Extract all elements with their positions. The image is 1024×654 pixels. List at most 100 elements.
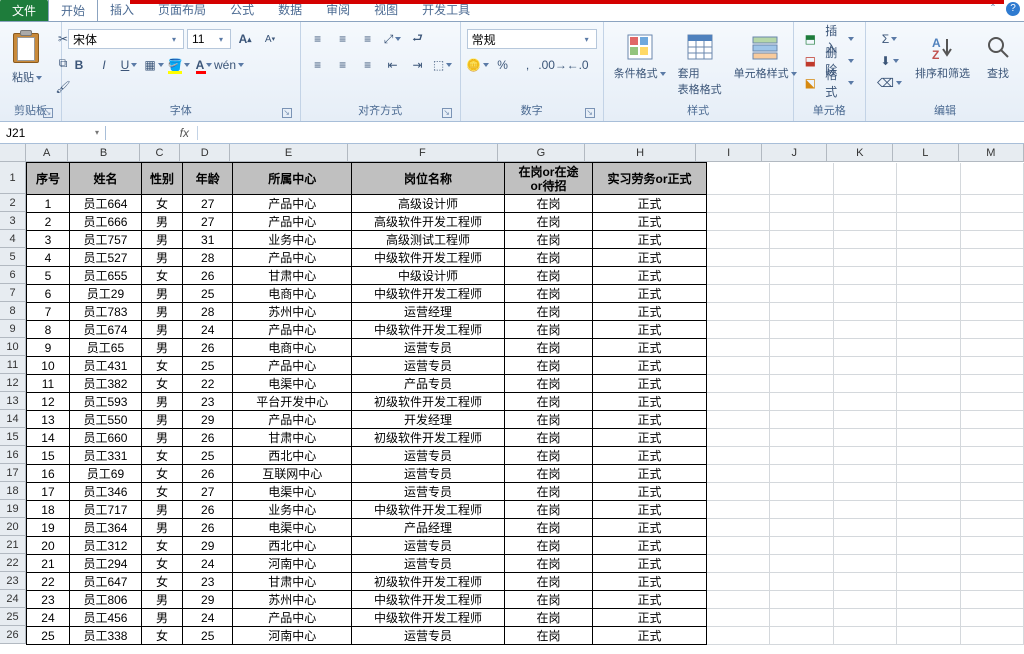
table-row[interactable]: 4员工527男28产品中心中级软件开发工程师在岗正式 bbox=[27, 249, 1024, 267]
col-header[interactable]: B bbox=[68, 144, 139, 162]
table-row[interactable]: 19员工364男26电渠中心产品经理在岗正式 bbox=[27, 519, 1024, 537]
col-header[interactable]: F bbox=[348, 144, 498, 162]
row-header[interactable]: 24 bbox=[0, 590, 26, 608]
table-header[interactable]: 所属中心 bbox=[233, 163, 352, 195]
row-header[interactable]: 23 bbox=[0, 572, 26, 590]
row-header[interactable]: 18 bbox=[0, 482, 26, 500]
row-header[interactable]: 13 bbox=[0, 392, 26, 410]
align-left-button[interactable]: ≡ bbox=[307, 55, 329, 75]
merge-button[interactable]: ⬚ bbox=[432, 55, 454, 75]
col-header[interactable]: G bbox=[498, 144, 585, 162]
name-box[interactable]: J21▾ bbox=[0, 126, 106, 140]
row-header[interactable]: 12 bbox=[0, 374, 26, 392]
orientation-button[interactable]: ⤢ bbox=[382, 29, 404, 49]
table-row[interactable]: 12员工593男23平台开发中心初级软件开发工程师在岗正式 bbox=[27, 393, 1024, 411]
tab-file[interactable]: 文件 bbox=[0, 0, 48, 21]
sort-filter-button[interactable]: AZ 排序和筛选 bbox=[911, 29, 974, 83]
clear-button[interactable]: ⌫ bbox=[872, 73, 907, 93]
align-bottom-button[interactable]: ≡ bbox=[357, 29, 379, 49]
table-row[interactable]: 16员工69女26互联网中心运营专员在岗正式 bbox=[27, 465, 1024, 483]
row-header[interactable]: 11 bbox=[0, 356, 26, 374]
table-header[interactable]: 在岗or在途or待招 bbox=[504, 163, 592, 195]
font-size-input[interactable]: 11▾ bbox=[187, 29, 231, 49]
tab-0[interactable]: 开始 bbox=[48, 0, 98, 21]
bold-button[interactable]: B bbox=[68, 55, 90, 75]
table-header[interactable]: 实习劳务or正式 bbox=[593, 163, 707, 195]
table-row[interactable]: 11员工382女22电渠中心产品专员在岗正式 bbox=[27, 375, 1024, 393]
decrease-indent-button[interactable]: ⇤ bbox=[382, 55, 404, 75]
table-row[interactable]: 6员工29男25电商中心中级软件开发工程师在岗正式 bbox=[27, 285, 1024, 303]
font-dialog-icon[interactable]: ↘ bbox=[282, 108, 292, 118]
italic-button[interactable]: I bbox=[93, 55, 115, 75]
decrease-decimal-button[interactable]: ←.0 bbox=[567, 55, 589, 75]
table-header[interactable]: 岗位名称 bbox=[352, 163, 505, 195]
fill-color-button[interactable]: 🪣 bbox=[168, 55, 190, 75]
border-button[interactable]: ▦ bbox=[143, 55, 165, 75]
row-header[interactable]: 20 bbox=[0, 518, 26, 536]
increase-decimal-button[interactable]: .00→ bbox=[542, 55, 564, 75]
wrap-text-button[interactable]: ⮐ bbox=[407, 29, 429, 49]
number-dialog-icon[interactable]: ↘ bbox=[585, 108, 595, 118]
table-row[interactable]: 9员工65男26电商中心运营专员在岗正式 bbox=[27, 339, 1024, 357]
table-row[interactable]: 7员工783男28苏州中心运营经理在岗正式 bbox=[27, 303, 1024, 321]
align-middle-button[interactable]: ≡ bbox=[332, 29, 354, 49]
row-header[interactable]: 25 bbox=[0, 608, 26, 626]
fx-icon[interactable]: fx bbox=[180, 126, 189, 140]
row-header[interactable]: 14 bbox=[0, 410, 26, 428]
row-header[interactable]: 15 bbox=[0, 428, 26, 446]
underline-button[interactable]: U bbox=[118, 55, 140, 75]
col-header[interactable]: I bbox=[696, 144, 762, 162]
table-row[interactable]: 18员工717男26业务中心中级软件开发工程师在岗正式 bbox=[27, 501, 1024, 519]
row-header[interactable]: 10 bbox=[0, 338, 26, 356]
table-row[interactable]: 23员工806男29苏州中心中级软件开发工程师在岗正式 bbox=[27, 591, 1024, 609]
col-header[interactable]: E bbox=[230, 144, 348, 162]
table-row[interactable]: 24员工456男24产品中心中级软件开发工程师在岗正式 bbox=[27, 609, 1024, 627]
percent-button[interactable]: % bbox=[492, 55, 514, 75]
row-header[interactable]: 9 bbox=[0, 320, 26, 338]
table-header[interactable]: 姓名 bbox=[69, 163, 141, 195]
select-all-corner[interactable] bbox=[0, 144, 26, 162]
number-format-select[interactable]: 常规▾ bbox=[467, 29, 597, 49]
table-header[interactable]: 性别 bbox=[142, 163, 183, 195]
table-row[interactable]: 25员工338女25河南中心运营专员在岗正式 bbox=[27, 627, 1024, 645]
find-select-button[interactable]: 查找 bbox=[978, 29, 1018, 83]
row-header[interactable]: 3 bbox=[0, 212, 26, 230]
row-header[interactable]: 8 bbox=[0, 302, 26, 320]
table-format-button[interactable]: 套用 表格格式 bbox=[674, 29, 726, 99]
table-header[interactable]: 序号 bbox=[27, 163, 70, 195]
row-header[interactable]: 22 bbox=[0, 554, 26, 572]
spreadsheet-grid[interactable]: ABCDEFGHIJKLM 12345678910111213141516171… bbox=[0, 144, 1024, 652]
align-right-button[interactable]: ≡ bbox=[357, 55, 379, 75]
help-icon[interactable]: ? bbox=[1006, 2, 1020, 16]
table-row[interactable]: 8员工674男24产品中心中级软件开发工程师在岗正式 bbox=[27, 321, 1024, 339]
clipboard-dialog-icon[interactable]: ↘ bbox=[43, 108, 53, 118]
paste-button[interactable]: 粘贴 bbox=[6, 25, 48, 87]
row-header[interactable]: 17 bbox=[0, 464, 26, 482]
row-header[interactable]: 5 bbox=[0, 248, 26, 266]
col-header[interactable]: J bbox=[762, 144, 828, 162]
cell-style-button[interactable]: 单元格样式 bbox=[730, 29, 801, 83]
col-header[interactable]: K bbox=[827, 144, 893, 162]
row-header[interactable]: 7 bbox=[0, 284, 26, 302]
row-header[interactable]: 4 bbox=[0, 230, 26, 248]
table-row[interactable]: 13员工550男29产品中心开发经理在岗正式 bbox=[27, 411, 1024, 429]
col-header[interactable]: M bbox=[959, 144, 1024, 162]
table-row[interactable]: 17员工346女27电渠中心运营专员在岗正式 bbox=[27, 483, 1024, 501]
col-header[interactable]: H bbox=[585, 144, 697, 162]
table-row[interactable]: 14员工660男26甘肃中心初级软件开发工程师在岗正式 bbox=[27, 429, 1024, 447]
increase-font-button[interactable]: A▴ bbox=[234, 29, 256, 49]
table-row[interactable]: 1员工664女27产品中心高级设计师在岗正式 bbox=[27, 195, 1024, 213]
table-row[interactable]: 10员工431女25产品中心运营专员在岗正式 bbox=[27, 357, 1024, 375]
format-cells-button[interactable]: ⬕ 格式 bbox=[800, 73, 859, 93]
col-header[interactable]: A bbox=[26, 144, 68, 162]
comma-button[interactable]: , bbox=[517, 55, 539, 75]
table-header[interactable]: 年龄 bbox=[183, 163, 233, 195]
fill-button[interactable]: ⬇ bbox=[872, 51, 907, 71]
conditional-format-button[interactable]: 条件格式 bbox=[610, 29, 670, 83]
col-header[interactable]: D bbox=[180, 144, 230, 162]
minimize-ribbon-icon[interactable]: ˆ bbox=[986, 2, 1000, 16]
row-header[interactable]: 19 bbox=[0, 500, 26, 518]
row-header[interactable]: 6 bbox=[0, 266, 26, 284]
col-header[interactable]: L bbox=[893, 144, 959, 162]
table-row[interactable]: 22员工647女23甘肃中心初级软件开发工程师在岗正式 bbox=[27, 573, 1024, 591]
